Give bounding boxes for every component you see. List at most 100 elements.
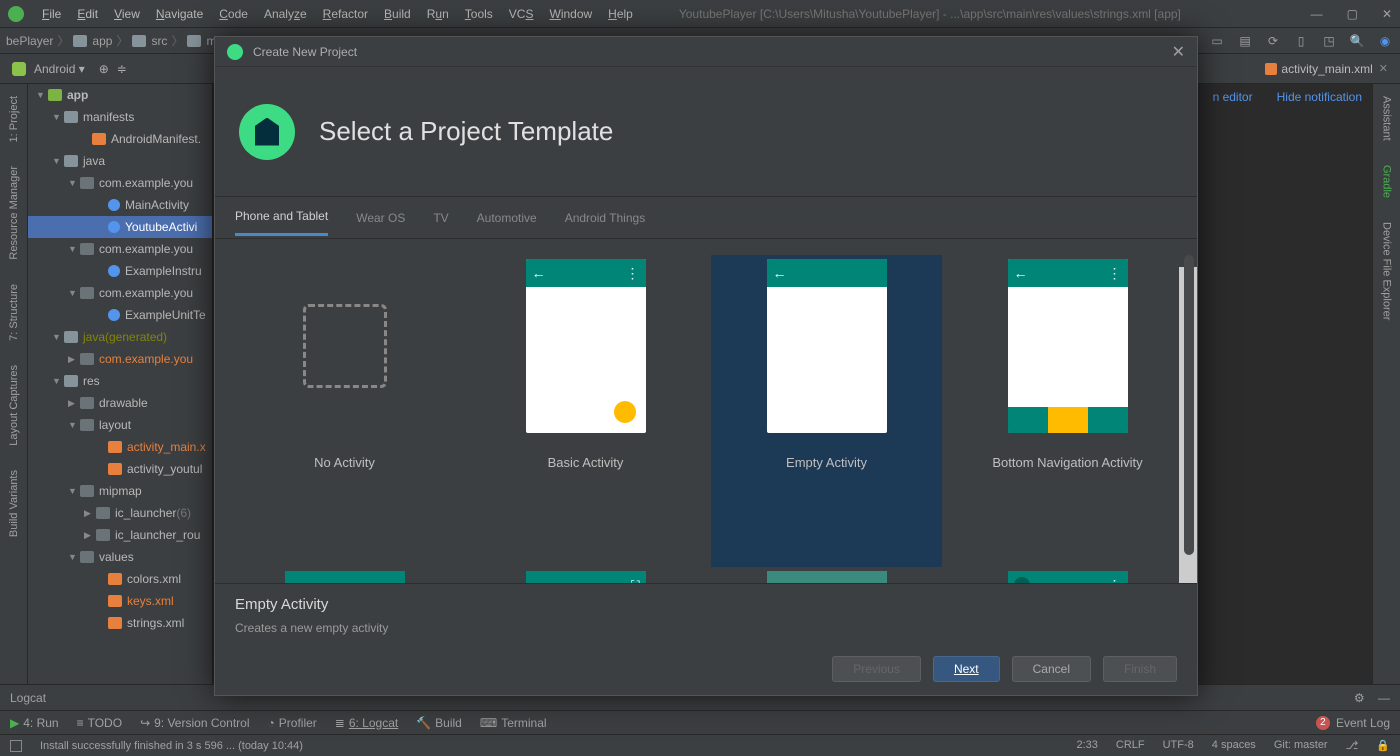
tree-node[interactable]: ▼values xyxy=(28,546,212,568)
tab-event-log[interactable]: Event Log xyxy=(1336,716,1390,730)
menu-run[interactable]: Run xyxy=(421,5,455,23)
panel-resource-manager[interactable]: Resource Manager xyxy=(8,166,20,260)
tab-terminal[interactable]: ⌨Terminal xyxy=(480,716,547,730)
tree-node[interactable]: keys.xml xyxy=(28,590,212,612)
panel-project[interactable]: 1: Project xyxy=(8,96,20,142)
folder-icon xyxy=(73,35,87,47)
menu-analyze[interactable]: Analyze xyxy=(258,5,313,23)
tree-node[interactable]: MainActivity xyxy=(28,194,212,216)
menu-file[interactable]: File xyxy=(36,5,67,23)
previous-button[interactable]: Previous xyxy=(832,656,921,682)
tab-run[interactable]: ▶4: Run xyxy=(10,716,59,730)
folder-icon xyxy=(187,35,201,47)
split-icon[interactable]: ≑ xyxy=(117,62,127,76)
panel-assistant[interactable]: Assistant xyxy=(1381,96,1393,141)
panel-gradle[interactable]: Gradle xyxy=(1381,165,1393,198)
panel-layout-captures[interactable]: Layout Captures xyxy=(8,365,20,446)
maximize-icon[interactable]: ▢ xyxy=(1347,7,1358,21)
tab-android-things[interactable]: Android Things xyxy=(565,201,646,235)
open-editor-link[interactable]: n editor xyxy=(1213,90,1253,104)
tree-node[interactable]: ▶ic_launcher (6) xyxy=(28,502,212,524)
next-button[interactable]: Next xyxy=(933,656,1000,682)
crumb[interactable]: app xyxy=(92,34,112,48)
tree-node[interactable]: ▼res xyxy=(28,370,212,392)
avd-manager-icon[interactable]: ▭ xyxy=(1208,34,1226,48)
sdk-manager-icon[interactable]: ▤ xyxy=(1236,34,1254,48)
tab-wear-os[interactable]: Wear OS xyxy=(356,201,405,235)
crumb[interactable]: src xyxy=(151,34,167,48)
menu-edit[interactable]: Edit xyxy=(71,5,104,23)
menu-refactor[interactable]: Refactor xyxy=(317,5,374,23)
tab-vcs[interactable]: ↪9: Version Control xyxy=(140,716,249,730)
template-bottom-nav[interactable]: ←⋮ Bottom Navigation Activity xyxy=(952,255,1183,567)
cancel-button[interactable]: Cancel xyxy=(1012,656,1091,682)
tree-node[interactable]: ▼com.example.you xyxy=(28,172,212,194)
tree-node[interactable]: ▼mipmap xyxy=(28,480,212,502)
tree-node[interactable]: YoutubeActivi xyxy=(28,216,212,238)
crumb[interactable]: bePlayer xyxy=(6,34,53,48)
tree-node[interactable]: colors.xml xyxy=(28,568,212,590)
search-icon[interactable]: 🔍 xyxy=(1348,34,1366,48)
template-preview[interactable]: ←⛶ xyxy=(526,571,646,583)
hide-notification-link[interactable]: Hide notification xyxy=(1277,90,1362,104)
tree-node[interactable]: ▼app xyxy=(28,84,212,106)
tree-node[interactable]: ▼java (generated) xyxy=(28,326,212,348)
tree-node[interactable]: ▼com.example.you xyxy=(28,282,212,304)
dialog-close-icon[interactable]: ✕ xyxy=(1172,42,1185,62)
tree-node[interactable]: ▶drawable xyxy=(28,392,212,414)
tab-build[interactable]: 🔨Build xyxy=(416,716,462,730)
menu-tools[interactable]: Tools xyxy=(459,5,499,23)
finish-button[interactable]: Finish xyxy=(1103,656,1177,682)
tree-node[interactable]: ▶com.example.you xyxy=(28,348,212,370)
tab-logcat[interactable]: ≣6: Logcat xyxy=(335,716,398,730)
box-icon[interactable]: ◳ xyxy=(1320,34,1338,48)
tree-node[interactable]: ▼java xyxy=(28,150,212,172)
config-dropdown[interactable]: Android ▾ xyxy=(34,62,85,76)
tab-close-icon[interactable]: ✕ xyxy=(1379,62,1388,75)
sync-icon[interactable]: ⟳ xyxy=(1264,34,1282,48)
tab-todo[interactable]: ≡TODO xyxy=(77,716,122,730)
template-scrollbar[interactable] xyxy=(1184,255,1194,555)
menu-help[interactable]: Help xyxy=(602,5,639,23)
settings-icon[interactable]: ⚙ xyxy=(1354,691,1365,705)
user-icon[interactable]: ◉ xyxy=(1376,34,1394,48)
tab-automotive[interactable]: Automotive xyxy=(477,201,537,235)
panel-device-file-explorer[interactable]: Device File Explorer xyxy=(1381,222,1393,320)
menu-window[interactable]: Window xyxy=(543,5,598,23)
tab-tv[interactable]: TV xyxy=(433,201,448,235)
minimize-icon[interactable]: — xyxy=(1311,7,1323,21)
template-basic-activity[interactable]: ←⋮ Basic Activity xyxy=(470,255,701,567)
editor-tab[interactable]: activity_main.xml ✕ xyxy=(1265,62,1388,76)
close-icon[interactable]: ✕ xyxy=(1382,7,1392,21)
tree-node[interactable]: ▼layout xyxy=(28,414,212,436)
tab-profiler[interactable]: ◔Profiler xyxy=(268,716,317,730)
template-category-tabs: Phone and Tablet Wear OS TV Automotive A… xyxy=(215,197,1197,239)
tree-node[interactable]: ExampleInstru xyxy=(28,260,212,282)
tree-node[interactable]: ▶ic_launcher_rou xyxy=(28,524,212,546)
device-icon[interactable]: ▯ xyxy=(1292,34,1310,48)
template-no-activity[interactable]: No Activity xyxy=(229,255,460,567)
tree-node[interactable]: ExampleUnitTe xyxy=(28,304,212,326)
menu-code[interactable]: Code xyxy=(213,5,254,23)
minimize-panel-icon[interactable]: — xyxy=(1378,691,1390,705)
tree-node[interactable]: activity_youtul xyxy=(28,458,212,480)
template-preview[interactable]: ← xyxy=(285,571,405,583)
status-indicator-icon[interactable] xyxy=(10,740,22,752)
target-icon[interactable]: ⊕ xyxy=(99,62,109,76)
menu-vcs[interactable]: VCS xyxy=(503,5,540,23)
menu-build[interactable]: Build xyxy=(378,5,417,23)
panel-build-variants[interactable]: Build Variants xyxy=(8,470,20,537)
tree-node[interactable]: strings.xml xyxy=(28,612,212,634)
template-preview[interactable] xyxy=(767,571,887,583)
menu-navigate[interactable]: Navigate xyxy=(150,5,209,23)
menu-view[interactable]: View xyxy=(108,5,146,23)
tree-node[interactable]: activity_main.x xyxy=(28,436,212,458)
tree-node[interactable]: AndroidManifest. xyxy=(28,128,212,150)
tab-phone-tablet[interactable]: Phone and Tablet xyxy=(235,199,328,236)
template-empty-activity[interactable]: ← Empty Activity xyxy=(711,255,942,567)
project-tree[interactable]: ▼app▼manifestsAndroidManifest.▼java▼com.… xyxy=(28,84,213,684)
tree-node[interactable]: ▼com.example.you xyxy=(28,238,212,260)
tree-node[interactable]: ▼manifests xyxy=(28,106,212,128)
template-preview[interactable]: ⋮ xyxy=(1008,571,1128,583)
panel-structure[interactable]: 7: Structure xyxy=(8,284,20,341)
